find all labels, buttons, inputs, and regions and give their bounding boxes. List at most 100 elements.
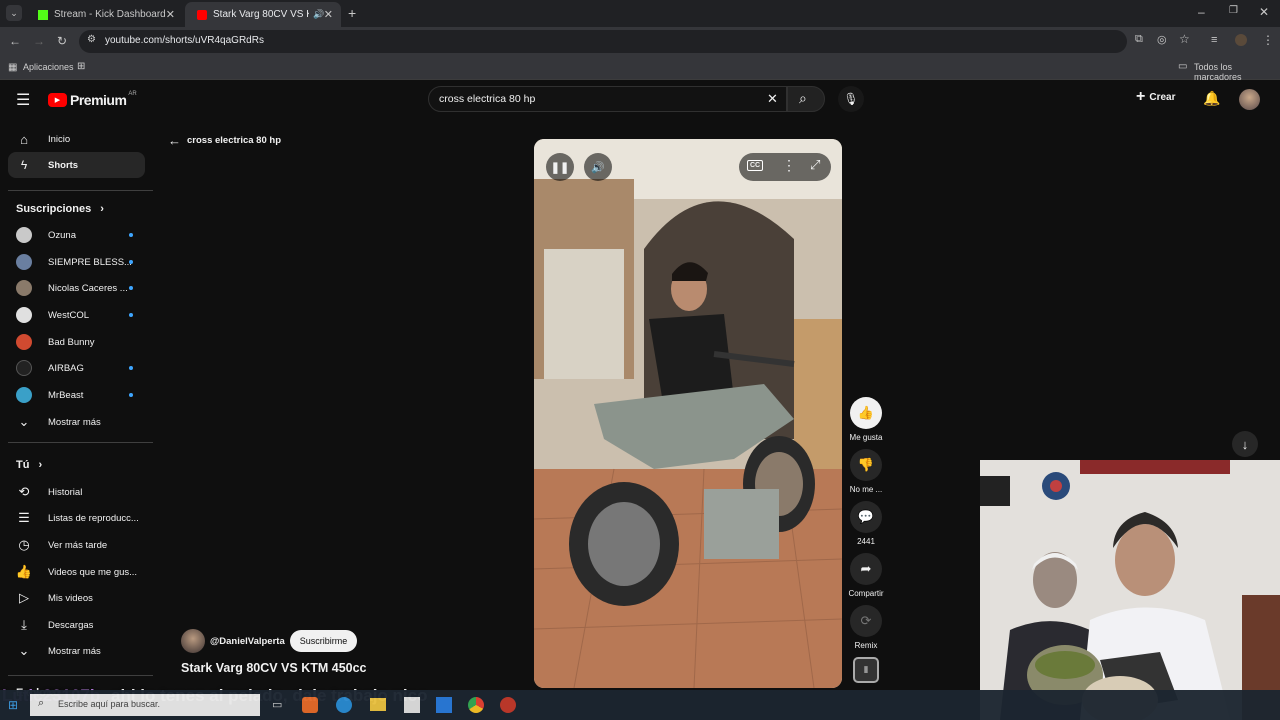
new-tab-icon[interactable]: + (348, 5, 356, 21)
subscriptions-heading[interactable]: Suscripciones › (16, 203, 104, 215)
tab-groups-icon[interactable]: ⊞ (77, 61, 85, 72)
sidebar-sub-bad-bunny[interactable]: Bad Bunny (8, 329, 145, 355)
sidebar-item-shorts[interactable]: ϟ Shorts (8, 152, 145, 178)
you-heading[interactable]: Tú › (16, 459, 42, 471)
sidebar-item-watch-later[interactable]: ◷ Ver más tarde (8, 532, 145, 558)
volume-button[interactable]: 🔊 (584, 153, 612, 181)
file-explorer-icon[interactable] (370, 698, 386, 711)
thumbs-up-icon: 👍 (850, 397, 882, 429)
sidebar-show-more-subs[interactable]: ⌄ Mostrar más (8, 409, 145, 435)
audio-thumbnail[interactable]: ⦀ (853, 657, 879, 683)
sidebar: ⌂ Inicio ϟ Shorts Suscripciones › Ozuna … (0, 120, 153, 720)
subscribe-button[interactable]: Suscribirme (289, 630, 358, 652)
comments-count: 2441 (857, 537, 875, 546)
menu-kebab-icon[interactable]: ⋮ (1262, 33, 1274, 47)
sidebar-sub-nicolas-caceres[interactable]: Nicolas Caceres ... (8, 275, 145, 301)
search-button[interactable]: ⌕ (787, 86, 825, 112)
close-tab-icon[interactable]: ✕ (324, 8, 333, 21)
app-icon[interactable] (500, 697, 516, 713)
youtube-logo[interactable]: ▶ Premium AR (48, 91, 137, 108)
close-window-icon[interactable]: ✕ (1259, 5, 1269, 19)
bookmark-apps[interactable]: Aplicaciones (23, 62, 74, 72)
like-icon: 👍 (15, 564, 33, 579)
tab-kick-dashboard[interactable]: Stream - Kick Dashboard ✕ (26, 2, 183, 27)
site-info-icon[interactable]: ⚙ (87, 34, 96, 45)
tab-search-icon[interactable]: ⌄ (6, 5, 22, 21)
app-icon[interactable] (436, 697, 452, 713)
sidebar-sub-westcol[interactable]: WestCOL (8, 302, 145, 328)
new-content-dot (129, 260, 133, 264)
sidebar-item-label: Historial (48, 486, 83, 498)
sidebar-item-my-videos[interactable]: ▷ Mis videos (8, 585, 145, 611)
app-icon[interactable] (302, 697, 318, 713)
remix-button[interactable]: ⟳ Remix (848, 605, 884, 650)
voice-search-button[interactable]: 🎙 (838, 86, 864, 112)
apps-grid-icon[interactable]: ▦ (8, 62, 17, 73)
channel-name[interactable]: @DanielValperta (210, 636, 285, 647)
back-icon[interactable]: ← (9, 34, 21, 48)
bookmark-star-icon[interactable]: ☆ (1179, 32, 1190, 46)
minimize-icon[interactable]: – (1198, 5, 1205, 19)
sidebar-item-inicio[interactable]: ⌂ Inicio (8, 126, 145, 152)
create-button[interactable]: + Crear (1136, 88, 1175, 105)
sidebar-item-playlists[interactable]: ☰ Listas de reproducc... (8, 505, 145, 531)
dislike-label: No me ... (849, 485, 883, 494)
sidebar-item-liked[interactable]: 👍 Videos que me gus... (8, 559, 145, 585)
sidebar-sub-siempre-bless[interactable]: SIEMPRE BLESS... (8, 249, 145, 275)
comments-button[interactable]: 💬 2441 (848, 501, 884, 546)
share-button[interactable]: ➦ Compartir (848, 553, 884, 598)
address-bar[interactable]: ⚙ youtube.com/shorts/uVR4qaGRdRs ⧉ ◎ ☆ (79, 30, 1190, 53)
avatar[interactable] (1239, 89, 1260, 110)
streamer-webcam (980, 460, 1280, 720)
restore-icon[interactable]: ❐ (1229, 5, 1238, 16)
captions-icon[interactable]: CC (747, 160, 764, 171)
remix-icon: ⟳ (850, 605, 882, 637)
sidebar-item-historial[interactable]: ⟲ Historial (8, 479, 145, 505)
more-options-icon[interactable]: ⋮ (782, 157, 796, 174)
fullscreen-icon[interactable]: ⤢ (810, 157, 820, 173)
plus-icon: + (1136, 88, 1146, 105)
reload-icon[interactable]: ↻ (57, 34, 67, 48)
taskbar-search-placeholder: Escribe aquí para buscar. (58, 699, 161, 709)
store-icon[interactable] (404, 697, 420, 713)
like-label: Me gusta (849, 433, 883, 442)
shorts-video-player[interactable]: ❚❚ 🔊 CC ⋮ ⤢ (534, 139, 842, 688)
edge-icon[interactable] (336, 697, 352, 713)
sidebar-item-downloads[interactable]: ⤓ Descargas (8, 612, 145, 638)
task-view-icon[interactable]: ▭ (272, 698, 282, 711)
chrome-icon[interactable] (468, 697, 484, 713)
pause-button[interactable]: ❚❚ (546, 153, 574, 181)
clear-search-icon[interactable]: ✕ (767, 91, 778, 107)
sidebar-sub-mrbeast[interactable]: MrBeast (8, 382, 145, 408)
sidebar-sub-airbag[interactable]: AIRBAG (8, 355, 145, 381)
next-short-button[interactable]: ↓ (1232, 431, 1258, 457)
notifications-bell-icon[interactable]: 🔔 (1203, 90, 1220, 107)
new-content-dot (129, 366, 133, 370)
download-icon: ⤓ (21, 617, 27, 632)
speaker-icon[interactable]: 🔊 (313, 9, 324, 20)
hamburger-menu-icon[interactable]: ☰ (16, 90, 30, 110)
youtube-play-icon: ▶ (48, 93, 67, 107)
search-input[interactable]: cross electrica 80 hp ✕ (428, 86, 787, 112)
tab-youtube-short[interactable]: Stark Varg 80CV VS KTM 45 🔊 ✕ (185, 2, 341, 27)
dislike-button[interactable]: 👎 No me ... (848, 449, 884, 494)
channel-avatar (16, 280, 32, 296)
browser-toolbar: ← → ↻ ⚙ youtube.com/shorts/uVR4qaGRdRs ⧉… (0, 27, 1280, 56)
forward-icon[interactable]: → (33, 34, 45, 48)
sidebar-item-label: Ozuna (48, 229, 76, 241)
new-content-dot (129, 313, 133, 317)
eye-off-icon[interactable]: ◎ (1157, 33, 1167, 46)
sidebar-sub-ozuna[interactable]: Ozuna (8, 222, 145, 248)
sidebar-show-more-you[interactable]: ⌄ Mostrar más (8, 638, 145, 664)
logo-region: AR (128, 91, 137, 97)
close-tab-icon[interactable]: ✕ (166, 8, 175, 21)
channel-avatar[interactable] (181, 629, 205, 653)
bookmark-all[interactable]: Todos los marcadores (1194, 62, 1280, 82)
media-control-icon[interactable]: ≡ (1211, 34, 1217, 46)
windows-start-icon[interactable]: ⊞ (8, 698, 18, 712)
like-button[interactable]: 👍 Me gusta (848, 397, 884, 442)
back-to-search[interactable]: ← cross electrica 80 hp (168, 133, 281, 148)
cast-icon[interactable]: ⧉ (1135, 33, 1143, 46)
profile-icon[interactable] (1235, 34, 1247, 46)
taskbar-search[interactable]: ⌕ Escribe aquí para buscar. (30, 694, 260, 716)
